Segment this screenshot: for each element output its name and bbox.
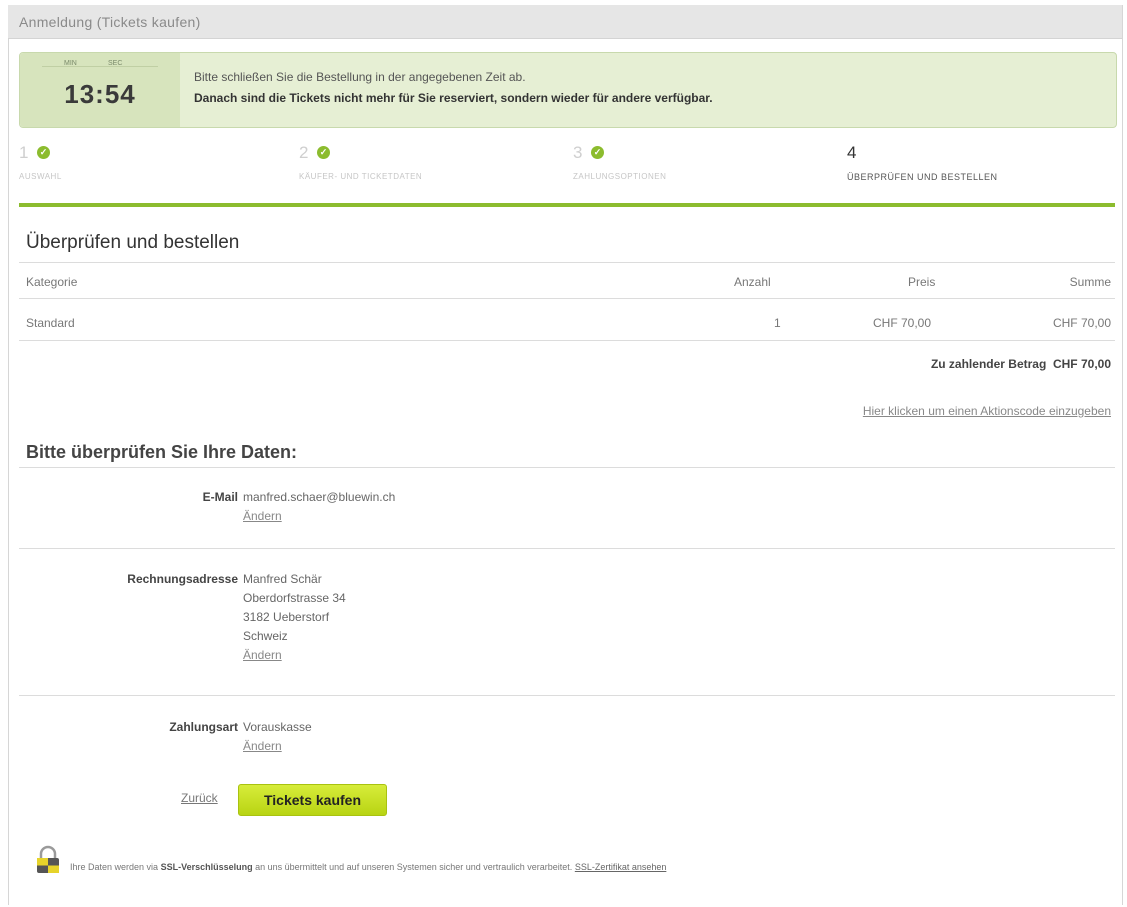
check-icon: ✓: [317, 146, 330, 159]
ssl-certificate-link[interactable]: SSL-Zertifikat ansehen: [575, 862, 667, 872]
reservation-timer-notice: MIN SEC 13:54 Bitte schließen Sie die Be…: [19, 52, 1117, 128]
col-category: Kategorie: [26, 275, 78, 289]
address-line: Schweiz: [243, 629, 288, 643]
row-sum: CHF 70,00: [1052, 316, 1111, 330]
step-label: ZAHLUNGSOPTIONEN: [573, 172, 667, 181]
total-value: CHF 70,00: [1052, 357, 1111, 371]
step-3[interactable]: 3 ✓ ZAHLUNGSOPTIONEN: [573, 140, 845, 208]
payment-method-value: Vorauskasse: [243, 720, 312, 734]
buy-tickets-button[interactable]: Tickets kaufen: [238, 784, 387, 816]
step-number: 3: [573, 143, 583, 162]
change-payment-link[interactable]: Ändern: [243, 737, 312, 756]
clock-divider: [42, 66, 158, 67]
change-address-link[interactable]: Ändern: [243, 646, 346, 665]
ssl-bold: SSL-Verschlüsselung: [160, 862, 253, 872]
timer-warning: Danach sind die Tickets nicht mehr für S…: [194, 91, 713, 105]
email-label: E-Mail: [202, 490, 238, 504]
col-price: Preis: [908, 275, 936, 289]
divider: [19, 548, 1115, 549]
lock-icon: [37, 845, 59, 873]
step-number: 1: [19, 143, 29, 162]
email-value: manfred.schaer@bluewin.ch: [243, 490, 396, 504]
step-progress-bar: [19, 203, 1115, 207]
payment-block: Vorauskasse Ändern: [243, 718, 312, 756]
divider: [19, 262, 1115, 263]
countdown-time: 13:54: [64, 79, 136, 109]
countdown-clock: MIN SEC 13:54: [20, 53, 180, 127]
ssl-middle: an uns übermittelt und auf unseren Syste…: [255, 862, 573, 872]
col-sum: Summe: [1069, 275, 1111, 289]
email-block: manfred.schaer@bluewin.ch Ändern: [243, 488, 395, 526]
payment-method-label: Zahlungsart: [169, 720, 238, 734]
timer-message: Bitte schließen Sie die Bestellung in de…: [194, 70, 526, 84]
back-link[interactable]: Zurück: [181, 791, 218, 805]
step-label: KÄUFER- UND TICKETDATEN: [299, 172, 423, 181]
window-titlebar: Anmeldung (Tickets kaufen): [8, 5, 1122, 39]
step-2[interactable]: 2 ✓ KÄUFER- UND TICKETDATEN: [299, 140, 571, 208]
step-4-current: 4 ÜBERPRÜFEN UND BESTELLEN: [847, 140, 1119, 208]
billing-address-block: Manfred Schär Oberdorfstrasse 34 3182 Ue…: [243, 570, 346, 665]
review-title: Überprüfen und bestellen: [26, 232, 240, 253]
check-icon: ✓: [37, 146, 50, 159]
total-label: Zu zahlender Betrag: [930, 357, 1047, 371]
step-number: 2: [299, 143, 309, 162]
step-label: ÜBERPRÜFEN UND BESTELLEN: [847, 172, 998, 182]
address-line: Oberdorfstrasse 34: [243, 591, 346, 605]
address-line: Manfred Schär: [243, 572, 322, 586]
data-review-title: Bitte überprüfen Sie Ihre Daten:: [26, 442, 298, 462]
billing-address-label: Rechnungsadresse: [127, 572, 238, 586]
change-email-link[interactable]: Ändern: [243, 507, 395, 526]
check-icon: ✓: [591, 146, 604, 159]
divider: [19, 298, 1115, 299]
row-category: Standard: [26, 316, 75, 330]
divider: [19, 340, 1115, 341]
ssl-prefix: Ihre Daten werden via: [70, 862, 159, 872]
window-title: Anmeldung (Tickets kaufen): [19, 14, 201, 30]
ssl-notice: Ihre Daten werden via SSL-Verschlüsselun…: [70, 862, 666, 872]
divider: [19, 695, 1115, 696]
row-quantity: 1: [774, 316, 781, 330]
step-number: 4: [847, 143, 857, 162]
step-label: AUSWAHL: [19, 172, 62, 181]
step-1[interactable]: 1 ✓ AUSWAHL: [19, 140, 291, 208]
total-amount: Zu zahlender Betrag CHF 70,00: [931, 357, 1111, 371]
promo-code-link[interactable]: Hier klicken um einen Aktionscode einzug…: [863, 404, 1111, 418]
address-line: 3182 Ueberstorf: [243, 610, 330, 624]
divider: [19, 467, 1115, 468]
row-price: CHF 70,00: [873, 316, 932, 330]
col-quantity: Anzahl: [734, 275, 771, 289]
checkout-steps: 1 ✓ AUSWAHL 2 ✓ KÄUFER- UND TICKETDATEN …: [19, 140, 1115, 208]
